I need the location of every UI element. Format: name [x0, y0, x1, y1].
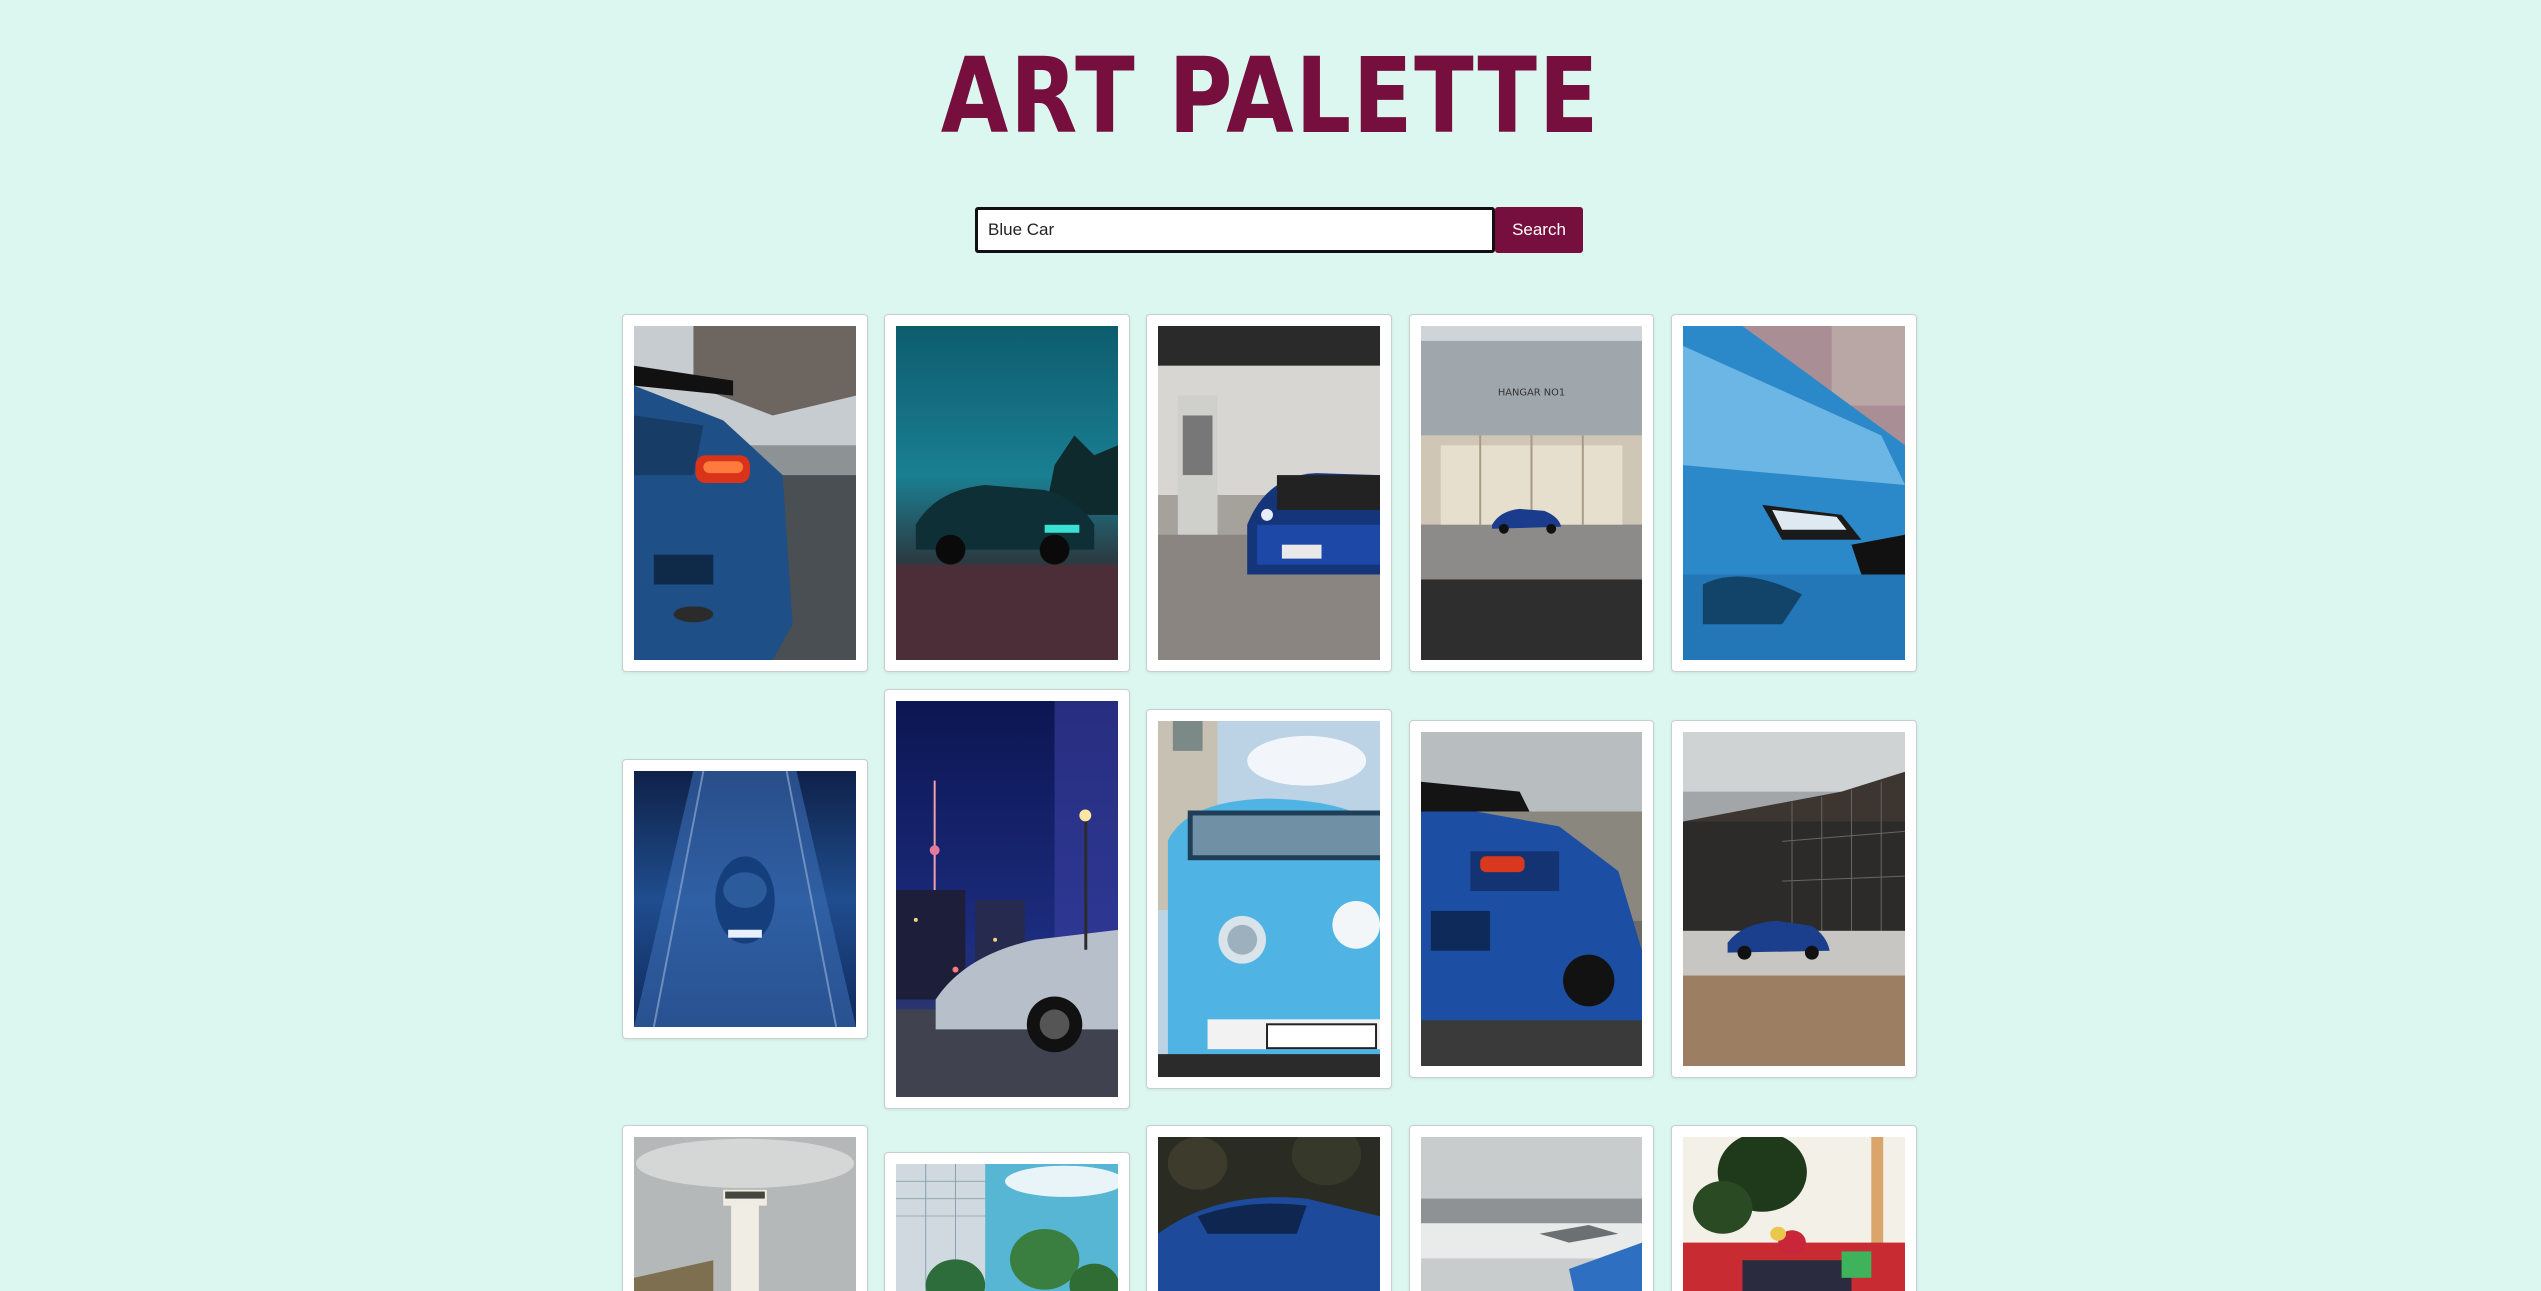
image-card[interactable] [1409, 1125, 1654, 1291]
car-photo [1158, 1137, 1380, 1291]
car-photo [1683, 732, 1905, 1066]
image-card[interactable] [622, 314, 868, 672]
image-card[interactable] [622, 1125, 868, 1291]
image-card[interactable] [1146, 1125, 1392, 1291]
image-card[interactable] [622, 759, 868, 1039]
image-card[interactable] [884, 314, 1130, 672]
page: ART PALETTE Search [0, 0, 2541, 1291]
car-photo [1158, 721, 1380, 1077]
image-card[interactable] [1671, 1125, 1917, 1291]
search-input[interactable] [975, 207, 1495, 253]
car-photo [634, 326, 856, 660]
image-card[interactable] [884, 1152, 1130, 1291]
car-photo [896, 701, 1118, 1097]
image-photo [896, 1164, 1118, 1291]
app-title: ART PALETTE [940, 35, 1601, 157]
car-photo [1158, 326, 1380, 660]
image-card[interactable] [1409, 720, 1654, 1078]
hangar-sign: HANGAR NO1 [1498, 388, 1565, 399]
car-photo [1683, 326, 1905, 660]
image-card[interactable]: HANGAR NO1 [1409, 314, 1654, 672]
search-button[interactable]: Search [1495, 207, 1583, 253]
image-card[interactable] [1146, 314, 1392, 672]
car-photo [634, 771, 856, 1027]
car-photo [1421, 732, 1642, 1066]
image-card[interactable] [1671, 314, 1917, 672]
car-photo: HANGAR NO1 [1421, 326, 1642, 660]
car-photo [896, 326, 1118, 660]
image-card[interactable] [1671, 720, 1917, 1078]
image-card[interactable] [1146, 709, 1392, 1089]
image-card[interactable] [884, 689, 1130, 1109]
car-photo [1421, 1137, 1642, 1291]
image-photo [634, 1137, 856, 1291]
search-bar: Search [975, 207, 1583, 253]
image-photo [1683, 1137, 1905, 1291]
